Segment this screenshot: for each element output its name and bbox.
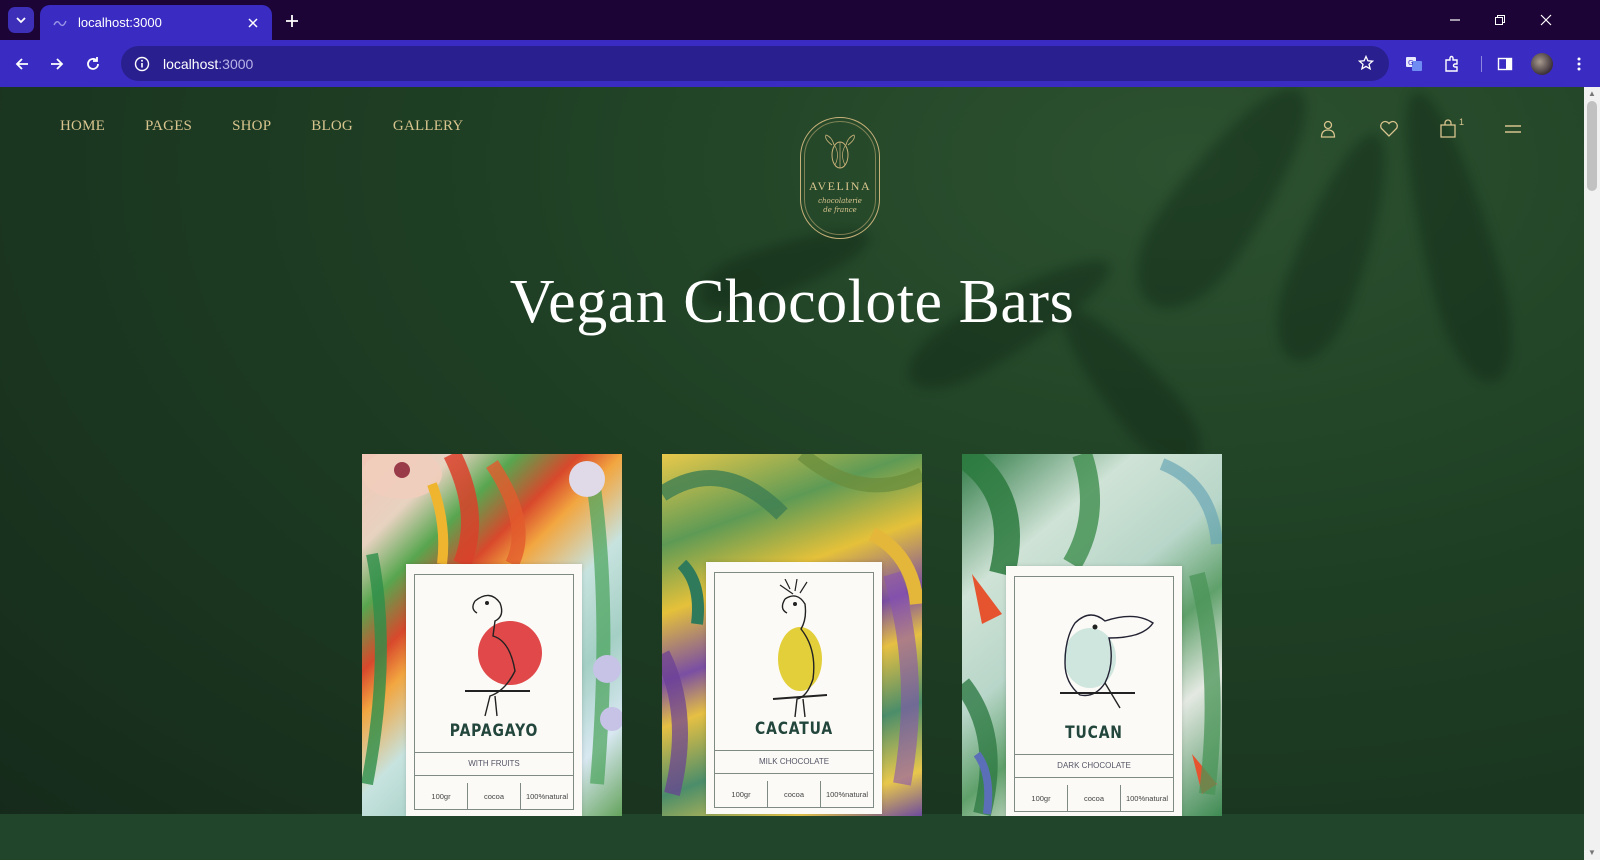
product-type: MILK CHOCOLATE (758, 757, 830, 766)
star-icon[interactable] (1355, 52, 1377, 74)
nav-home[interactable]: HOME (60, 118, 105, 135)
parrot-icon (465, 594, 542, 717)
label-divider (715, 750, 873, 751)
product-ingredient: cocoa (1068, 785, 1121, 811)
product-card-cacatua[interactable]: CACATUA MILK CHOCOLATE 100gr cocoa 100%n… (662, 454, 922, 816)
product-label-frame: TUCAN DARK CHOCOLATE 100gr cocoa 100%nat… (1014, 576, 1174, 812)
minimize-button[interactable] (1440, 8, 1470, 32)
nav-gallery[interactable]: GALLERY (393, 118, 464, 135)
url-text: localhost:3000 (163, 56, 253, 72)
product-label-frame: CACATUA MILK CHOCOLATE 100gr cocoa 100%n… (714, 572, 874, 808)
chevron-down-icon (16, 17, 26, 24)
product-natural: 100%natural (525, 791, 569, 801)
info-icon[interactable] (131, 53, 153, 75)
favicon-icon (52, 15, 68, 31)
product-weight: 100gr (1015, 785, 1068, 811)
product-label: CACATUA MILK CHOCOLATE 100gr cocoa 100%n… (706, 562, 882, 814)
browser-tab-strip: localhost:3000 (0, 0, 1600, 40)
reload-icon (87, 57, 99, 70)
product-type: WITH FRUITS (468, 759, 520, 768)
close-icon (1540, 14, 1552, 26)
footer-band (0, 814, 1584, 860)
scrollbar-thumb[interactable] (1587, 101, 1597, 191)
cart-count-badge: 1 (1459, 117, 1465, 127)
restore-button[interactable] (1485, 8, 1515, 32)
sidepanel-icon[interactable] (1492, 51, 1518, 77)
label-divider (415, 752, 573, 753)
plus-icon (286, 15, 298, 27)
tab-search-button[interactable] (8, 7, 34, 33)
product-label: PAPAGAYO WITH FRUITS 100gr cocoa 100%nat… (406, 564, 582, 816)
toucan-accent (1064, 628, 1116, 688)
toolbar-separator (1481, 56, 1482, 72)
label-divider (715, 773, 873, 774)
toucan-icon (1060, 614, 1154, 709)
nav-shop[interactable]: SHOP (232, 118, 271, 135)
scroll-up-icon[interactable]: ▲ (1588, 90, 1596, 98)
bag-icon[interactable] (1437, 118, 1459, 140)
user-icon[interactable] (1317, 118, 1339, 140)
product-natural: 100%natural (825, 789, 869, 799)
minimize-icon (1450, 19, 1460, 21)
product-natural: 100%natural (1125, 793, 1169, 803)
cockatoo-accent (778, 627, 822, 691)
product-ingredient: cocoa (768, 781, 821, 807)
browser-toolbar: localhost:3000 G (0, 40, 1600, 87)
extensions-icon[interactable] (1439, 51, 1465, 77)
new-tab-button[interactable] (280, 9, 304, 33)
forward-button[interactable] (44, 51, 70, 77)
product-name: CACATUA (755, 719, 833, 739)
forward-icon (51, 58, 64, 70)
browser-tab[interactable]: localhost:3000 (40, 5, 272, 40)
reload-button[interactable] (80, 51, 106, 77)
product-type: DARK CHOCOLATE (1057, 761, 1131, 770)
nav-pages[interactable]: PAGES (145, 118, 192, 135)
svg-text:G: G (1408, 59, 1413, 67)
cockatoo-icon (772, 579, 828, 718)
page-title: Vegan Chocolote Bars (509, 268, 1075, 336)
main-nav: HOME PAGES SHOP BLOG GALLERY (60, 118, 503, 135)
product-meta: 100gr cocoa 100%natural (415, 783, 573, 809)
product-ingredient: cocoa (468, 783, 521, 809)
restore-icon (1495, 15, 1505, 25)
product-meta: 100gr cocoa 100%natural (1015, 785, 1173, 811)
menu-dots-icon[interactable] (1566, 51, 1592, 77)
product-name: TUCAN (1065, 723, 1123, 743)
nav-blog[interactable]: BLOG (311, 118, 353, 135)
logo-tagline: chocolaterie de france (818, 197, 862, 214)
address-bar[interactable]: localhost:3000 (121, 46, 1389, 81)
brand-logo[interactable]: AVELINA chocolaterie de france (800, 117, 880, 239)
label-divider (1015, 777, 1173, 778)
cocoa-pod-icon (825, 134, 855, 169)
label-divider (415, 775, 573, 776)
scroll-down-icon[interactable]: ▼ (1588, 849, 1596, 857)
hamburger-icon[interactable] (1502, 118, 1524, 140)
logo-brand-name: AVELINA (808, 179, 872, 193)
close-icon[interactable] (244, 14, 262, 32)
translate-icon[interactable]: G (1401, 51, 1427, 77)
product-card-papagayo[interactable]: PAPAGAYO WITH FRUITS 100gr cocoa 100%nat… (362, 454, 622, 816)
heart-icon[interactable] (1378, 118, 1400, 140)
product-label-frame: PAPAGAYO WITH FRUITS 100gr cocoa 100%nat… (414, 574, 574, 810)
product-weight: 100gr (415, 783, 468, 809)
close-window-button[interactable] (1531, 8, 1561, 32)
tab-title: localhost:3000 (78, 15, 162, 30)
url-port: :3000 (218, 55, 254, 72)
product-name: PAPAGAYO (449, 721, 539, 741)
back-icon (15, 58, 28, 70)
label-divider (1015, 754, 1173, 755)
product-label: TUCAN DARK CHOCOLATE 100gr cocoa 100%nat… (1006, 566, 1182, 816)
product-weight: 100gr (715, 781, 768, 807)
page-scrollbar[interactable]: ▲ ▼ (1584, 87, 1600, 860)
page-viewport: HOME PAGES SHOP BLOG GALLERY AVELINA cho… (0, 87, 1584, 860)
product-meta: 100gr cocoa 100%natural (715, 781, 873, 807)
url-host: localhost (163, 55, 219, 72)
profile-avatar[interactable] (1531, 53, 1553, 75)
back-button[interactable] (9, 51, 35, 77)
product-card-tucan[interactable]: TUCAN DARK CHOCOLATE 100gr cocoa 100%nat… (962, 454, 1222, 816)
